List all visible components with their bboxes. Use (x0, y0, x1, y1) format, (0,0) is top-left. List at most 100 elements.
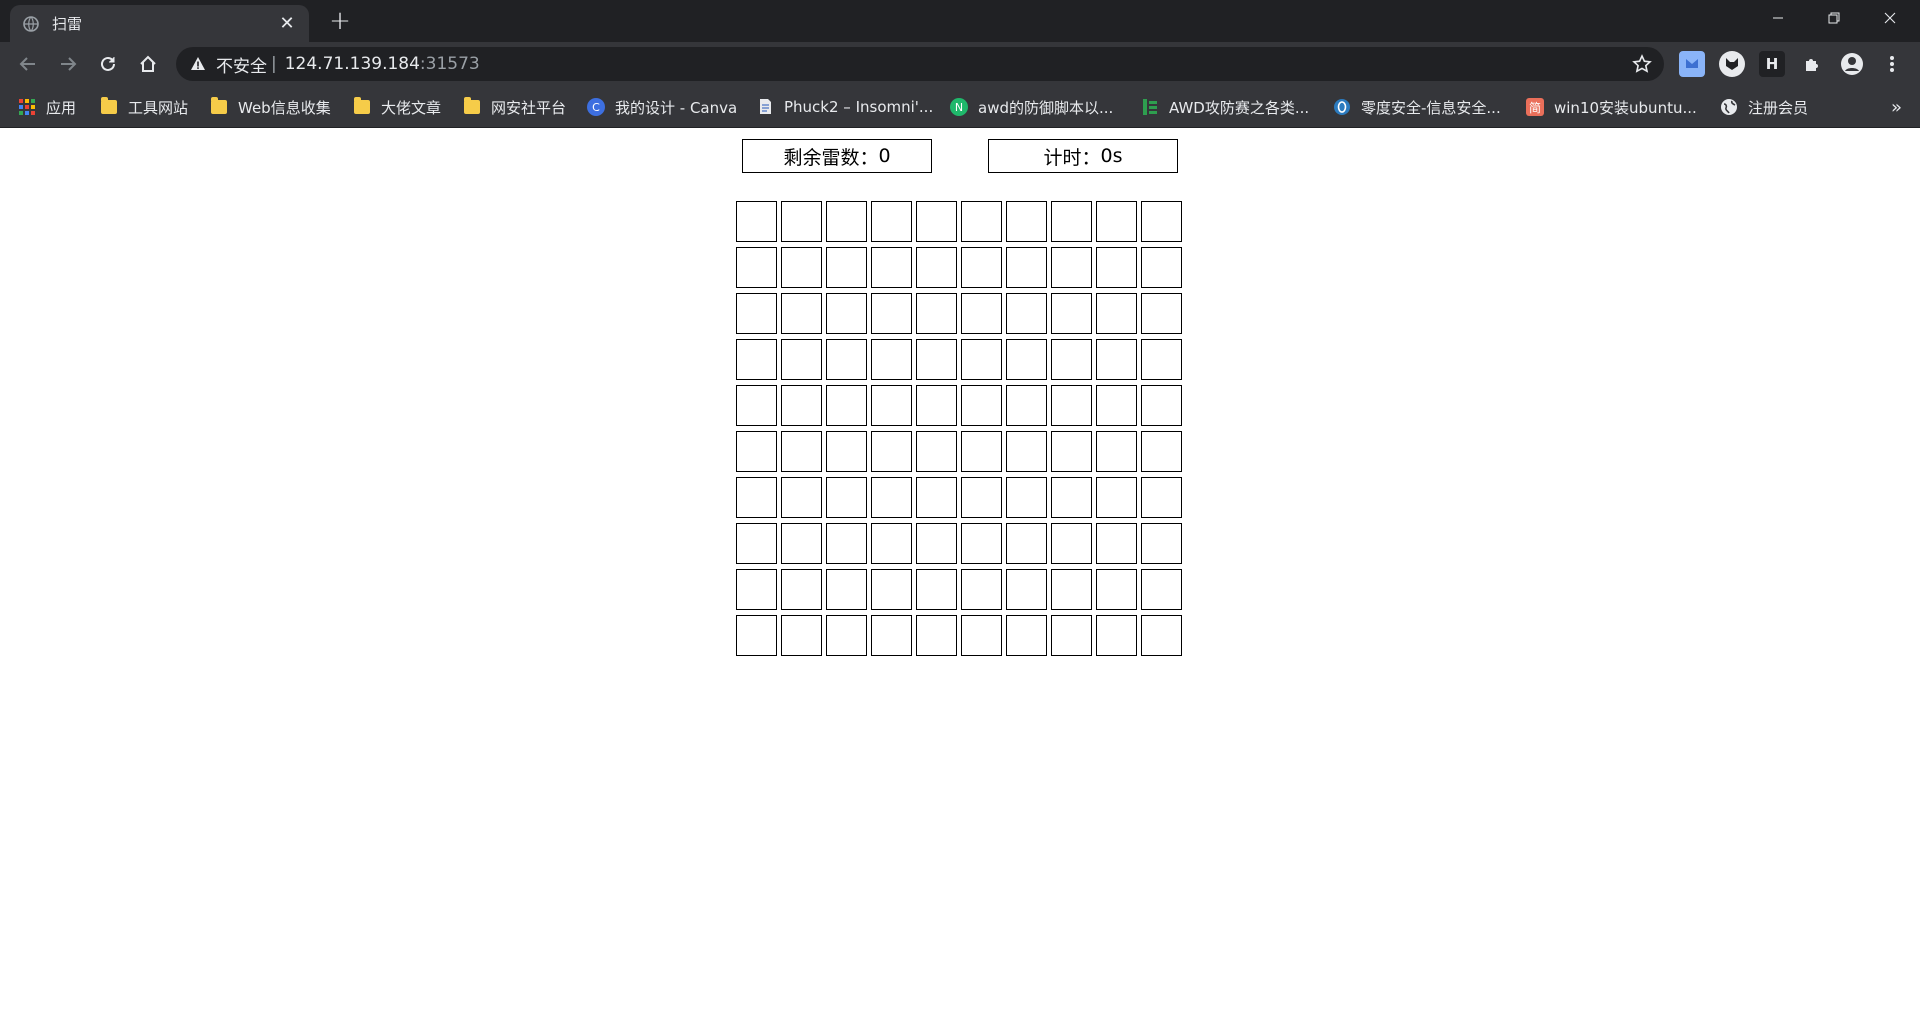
board-cell[interactable] (916, 431, 957, 472)
bookmark-folder-tools[interactable]: 工具网站 (100, 86, 188, 128)
restore-window-icon[interactable] (1806, 0, 1862, 36)
board-cell[interactable] (1096, 569, 1137, 610)
bookmark-canva[interactable]: C 我的设计 - Canva (587, 86, 737, 128)
bookmark-win10-ubuntu[interactable]: 简 win10安装ubuntu... (1526, 86, 1697, 128)
board-cell[interactable] (1006, 615, 1047, 656)
extension-fox-icon[interactable] (1719, 51, 1745, 77)
extension-h-icon[interactable]: H (1759, 51, 1785, 77)
board-cell[interactable] (1006, 431, 1047, 472)
extension-blue-icon[interactable] (1679, 51, 1705, 77)
board-cell[interactable] (916, 247, 957, 288)
board-cell[interactable] (1096, 247, 1137, 288)
board-cell[interactable] (736, 339, 777, 380)
board-cell[interactable] (916, 569, 957, 610)
bookmark-awd-defense[interactable]: N awd的防御脚本以... (950, 86, 1113, 128)
reload-icon[interactable] (92, 48, 124, 80)
board-cell[interactable] (961, 201, 1002, 242)
board-cell[interactable] (736, 615, 777, 656)
board-cell[interactable] (1096, 201, 1137, 242)
board-cell[interactable] (736, 523, 777, 564)
board-cell[interactable] (736, 477, 777, 518)
warning-icon[interactable] (190, 55, 208, 73)
bookmark-folder-articles[interactable]: 大佬文章 (353, 86, 441, 128)
board-cell[interactable] (826, 339, 867, 380)
board-cell[interactable] (736, 247, 777, 288)
board-cell[interactable] (916, 385, 957, 426)
board-cell[interactable] (961, 431, 1002, 472)
board-cell[interactable] (916, 477, 957, 518)
board-cell[interactable] (1006, 569, 1047, 610)
board-cell[interactable] (781, 247, 822, 288)
board-cell[interactable] (1096, 293, 1137, 334)
board-cell[interactable] (1051, 477, 1092, 518)
board-cell[interactable] (1141, 385, 1182, 426)
board-cell[interactable] (1141, 247, 1182, 288)
board-cell[interactable] (1096, 615, 1137, 656)
board-cell[interactable] (781, 385, 822, 426)
board-cell[interactable] (1051, 247, 1092, 288)
board-cell[interactable] (826, 615, 867, 656)
board-cell[interactable] (1141, 431, 1182, 472)
board-cell[interactable] (1006, 385, 1047, 426)
board-cell[interactable] (1096, 385, 1137, 426)
board-cell[interactable] (1096, 339, 1137, 380)
board-cell[interactable] (826, 201, 867, 242)
board-cell[interactable] (871, 385, 912, 426)
profile-avatar-icon[interactable] (1839, 51, 1865, 77)
board-cell[interactable] (1051, 569, 1092, 610)
board-cell[interactable] (826, 385, 867, 426)
board-cell[interactable] (871, 431, 912, 472)
board-cell[interactable] (961, 477, 1002, 518)
browser-tab[interactable]: 扫雷 ✕ (10, 5, 309, 42)
board-cell[interactable] (781, 201, 822, 242)
board-cell[interactable] (1006, 523, 1047, 564)
board-cell[interactable] (1096, 477, 1137, 518)
board-cell[interactable] (916, 201, 957, 242)
board-cell[interactable] (1051, 431, 1092, 472)
bookmark-folder-platform[interactable]: 网安社平台 (463, 86, 566, 128)
board-cell[interactable] (736, 293, 777, 334)
board-cell[interactable] (1006, 247, 1047, 288)
board-cell[interactable] (961, 385, 1002, 426)
board-cell[interactable] (826, 293, 867, 334)
board-cell[interactable] (1141, 201, 1182, 242)
menu-kebab-icon[interactable] (1879, 51, 1905, 77)
board-cell[interactable] (961, 339, 1002, 380)
board-cell[interactable] (781, 477, 822, 518)
board-cell[interactable] (961, 569, 1002, 610)
bookmark-zero-security[interactable]: 零度安全-信息安全... (1333, 86, 1501, 128)
board-cell[interactable] (871, 247, 912, 288)
board-cell[interactable] (781, 431, 822, 472)
board-cell[interactable] (1006, 477, 1047, 518)
board-cell[interactable] (1051, 293, 1092, 334)
board-cell[interactable] (736, 201, 777, 242)
minimize-window-icon[interactable] (1750, 0, 1806, 36)
board-cell[interactable] (826, 523, 867, 564)
board-cell[interactable] (1051, 339, 1092, 380)
forward-arrow-icon[interactable] (52, 48, 84, 80)
board-cell[interactable] (871, 339, 912, 380)
back-arrow-icon[interactable] (12, 48, 44, 80)
board-cell[interactable] (871, 293, 912, 334)
bookmark-folder-web-info[interactable]: Web信息收集 (210, 86, 331, 128)
board-cell[interactable] (1006, 339, 1047, 380)
new-tab-button[interactable]: + (325, 8, 355, 34)
board-cell[interactable] (1051, 615, 1092, 656)
board-cell[interactable] (826, 247, 867, 288)
board-cell[interactable] (961, 247, 1002, 288)
board-cell[interactable] (1141, 523, 1182, 564)
board-cell[interactable] (781, 615, 822, 656)
extensions-puzzle-icon[interactable] (1799, 51, 1825, 77)
close-window-icon[interactable] (1862, 0, 1918, 36)
address-bar[interactable]: 不安全 | 124.71.139.184:31573 (176, 47, 1664, 81)
board-cell[interactable] (1096, 431, 1137, 472)
board-cell[interactable] (871, 569, 912, 610)
board-cell[interactable] (1141, 477, 1182, 518)
board-cell[interactable] (781, 523, 822, 564)
board-cell[interactable] (826, 431, 867, 472)
bookmark-apps[interactable]: 应用 (18, 86, 76, 128)
board-cell[interactable] (1141, 339, 1182, 380)
board-cell[interactable] (1141, 569, 1182, 610)
board-cell[interactable] (781, 293, 822, 334)
board-cell[interactable] (871, 523, 912, 564)
